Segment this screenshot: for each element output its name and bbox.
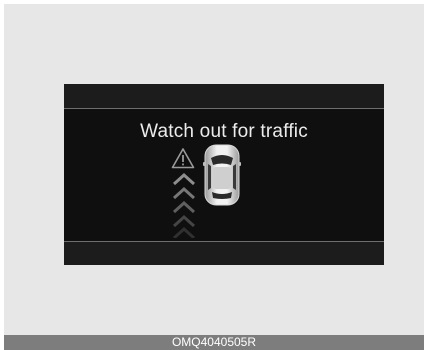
display-top-divider [64, 108, 384, 109]
figure-panel: Watch out for traffic [4, 4, 424, 335]
figure-code: OMQ4040505R [171, 335, 257, 349]
car-top-view-icon [203, 144, 241, 206]
figure-caption-bar: OMQ4040505R [4, 335, 424, 350]
chevron-2 [172, 186, 196, 200]
chevron-5 [172, 226, 196, 238]
approaching-chevrons-icon [172, 172, 196, 238]
chevron-3 [172, 200, 196, 214]
warning-message: Watch out for traffic [140, 121, 308, 142]
cluster-display: Watch out for traffic [64, 84, 384, 265]
display-bottom-band [64, 242, 384, 265]
chevron-1 [172, 172, 196, 186]
chevron-4 [172, 214, 196, 228]
warning-triangle-icon [171, 148, 195, 169]
display-top-band [64, 84, 384, 108]
